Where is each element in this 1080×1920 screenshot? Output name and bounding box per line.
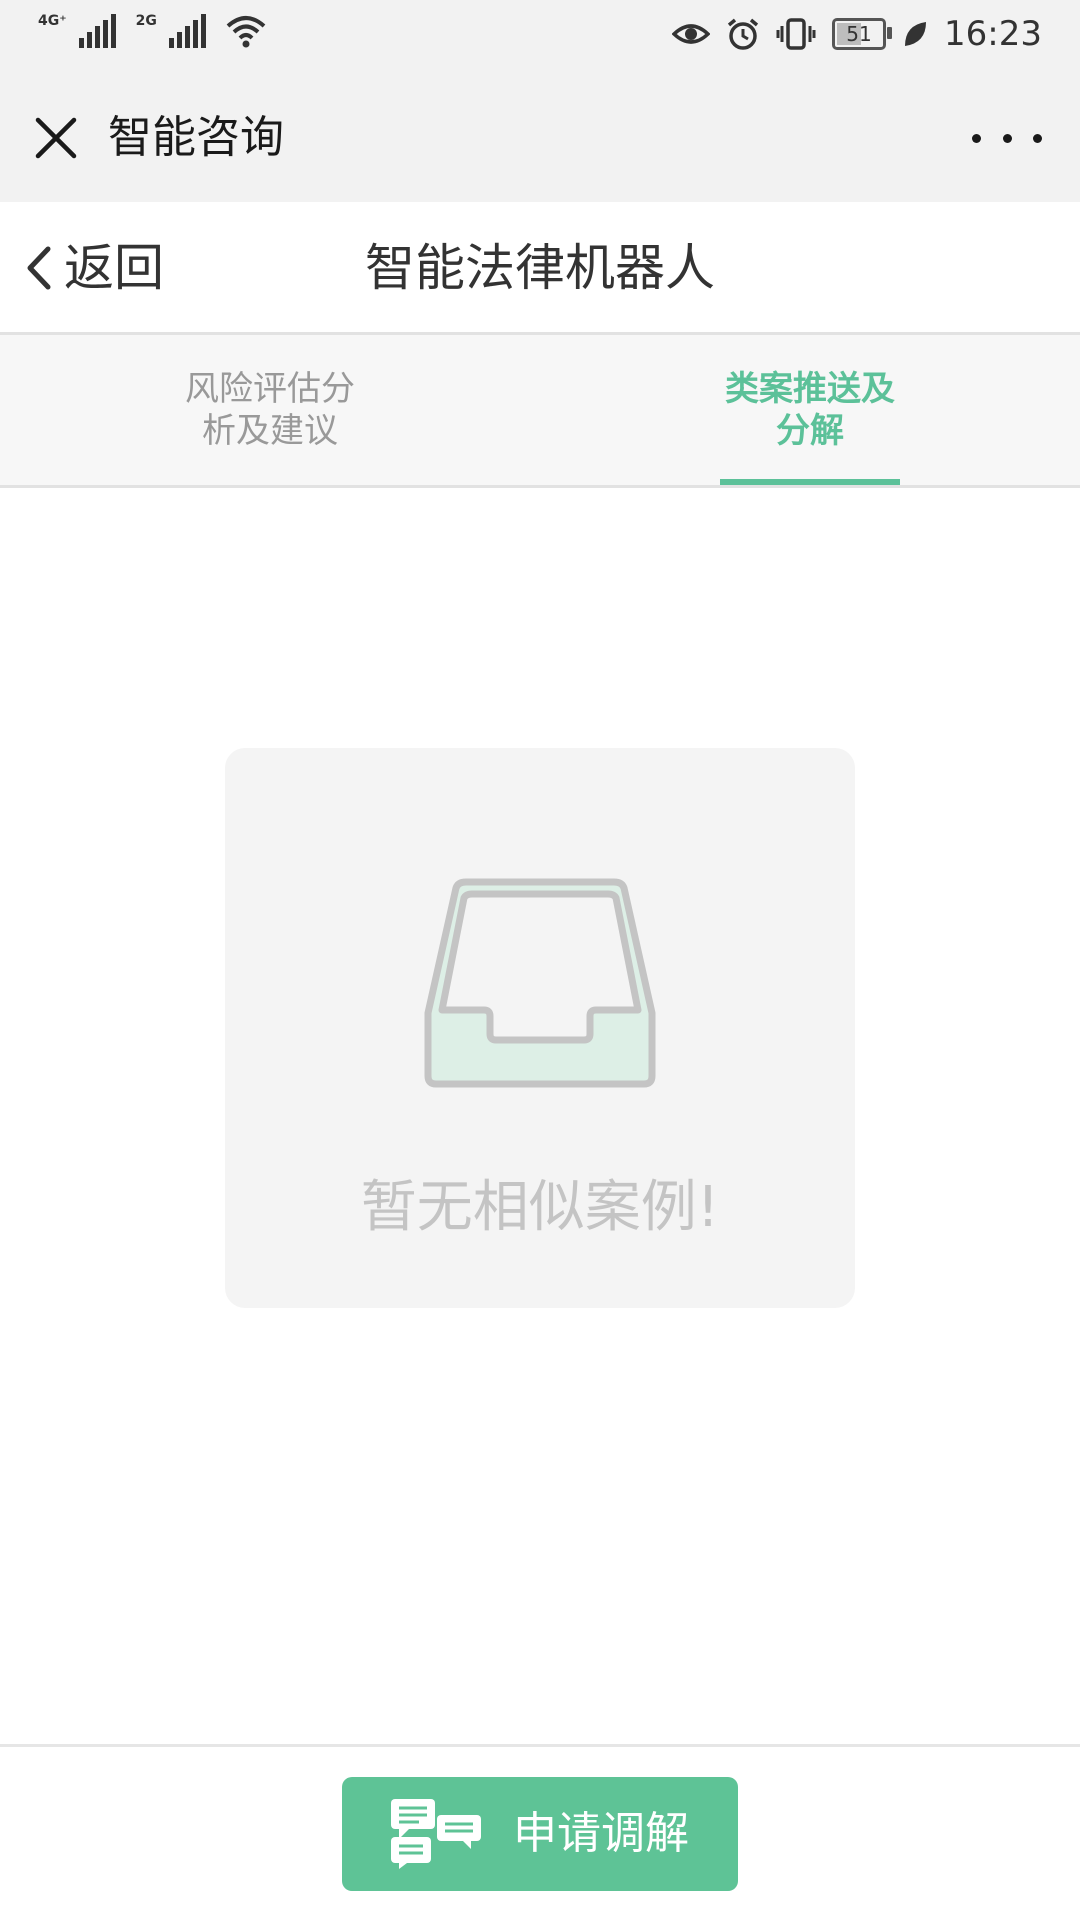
tab-label-line: 类案推送及 xyxy=(725,369,895,409)
app-title: 智能咨询 xyxy=(108,112,284,163)
network-type-1: 4G⁺ xyxy=(38,13,67,29)
close-button[interactable] xyxy=(28,110,84,166)
chevron-left-icon xyxy=(27,246,51,290)
signal-indicators: 4G⁺ 2G xyxy=(38,14,266,48)
leaf-icon xyxy=(905,22,927,46)
app-title-bar: 智能咨询 xyxy=(0,72,1080,202)
page-header: 智能法律机器人 返回 xyxy=(0,202,1080,335)
network-type-2: 2G xyxy=(135,13,157,29)
battery-level: 51 xyxy=(846,22,872,46)
inbox-icon xyxy=(424,878,656,1088)
battery-icon: 51 xyxy=(832,18,893,50)
dot xyxy=(1002,133,1012,143)
bottom-divider xyxy=(0,1744,1080,1747)
tab-label-line: 分解 xyxy=(776,411,844,451)
active-tab-indicator xyxy=(720,479,900,485)
vibrate-icon xyxy=(776,18,816,50)
more-options-button[interactable] xyxy=(972,110,1042,166)
system-indicators: 51 16:23 xyxy=(672,12,1042,56)
back-label: 返回 xyxy=(64,239,164,297)
tab-similar-cases[interactable]: 类案推送及 分解 xyxy=(720,335,900,485)
empty-state-card: 暂无相似案例! xyxy=(225,748,855,1308)
apply-mediation-button[interactable]: 申请调解 xyxy=(342,1777,738,1891)
apply-mediation-label: 申请调解 xyxy=(513,1808,689,1859)
tab-label-line: 风险评估分 xyxy=(185,369,355,409)
close-icon xyxy=(35,117,77,159)
eye-icon xyxy=(672,24,711,44)
dot xyxy=(972,133,981,143)
tab-risk-assessment[interactable]: 风险评估分 析及建议 xyxy=(160,335,380,485)
wifi-icon xyxy=(226,16,266,48)
signal-strength-icon xyxy=(78,14,116,48)
clock-time: 16:23 xyxy=(944,14,1042,54)
back-button[interactable]: 返回 xyxy=(20,236,164,300)
signal-strength-icon xyxy=(168,14,206,48)
tab-label-line: 析及建议 xyxy=(202,411,338,451)
dot xyxy=(1033,133,1042,143)
alarm-clock-icon xyxy=(727,18,759,50)
tab-bar: 风险评估分 析及建议 类案推送及 分解 xyxy=(0,335,1080,488)
empty-state-message: 暂无相似案例! xyxy=(360,1175,720,1240)
chat-bubbles-icon xyxy=(391,1799,481,1869)
status-bar: 4G⁺ 2G 51 16:23 xyxy=(0,0,1080,72)
